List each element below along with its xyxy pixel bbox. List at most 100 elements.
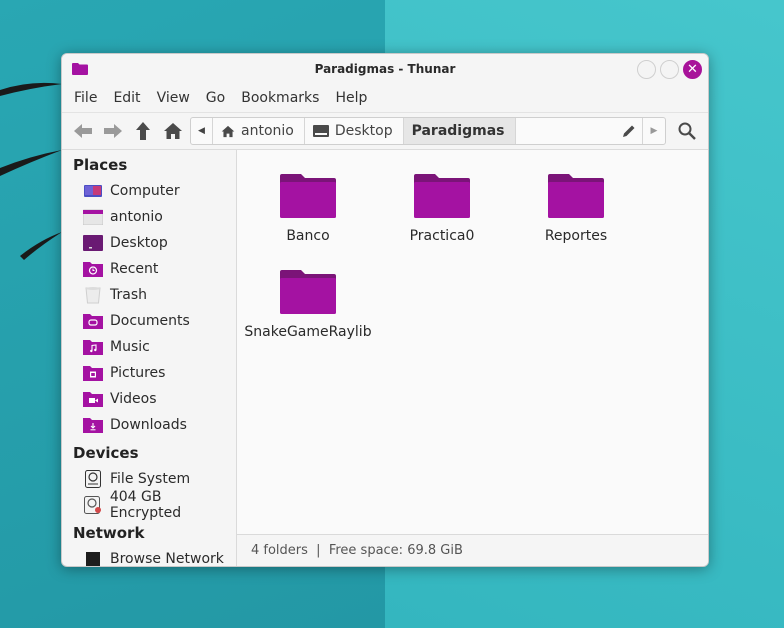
sidebar-item-label: Recent	[110, 261, 159, 277]
folder-item[interactable]: Practica0	[375, 160, 509, 256]
menubar: File Edit View Go Bookmarks Help	[62, 84, 708, 112]
crumb-antonio[interactable]: antonio	[213, 118, 305, 144]
close-icon: ✕	[687, 62, 698, 77]
sidebar-item-label: Pictures	[110, 365, 166, 381]
folder-name: Banco	[286, 228, 330, 244]
network-icon	[83, 550, 103, 566]
home-button[interactable]	[158, 116, 188, 146]
sidebar-item-computer[interactable]: Computer	[62, 178, 236, 204]
folder-icon	[414, 174, 470, 218]
trash-icon	[83, 286, 103, 304]
sidebar-item-antonio[interactable]: antonio	[62, 204, 236, 230]
file-view[interactable]: Banco Practica0 Reportes SnakeGameRaylib…	[237, 150, 708, 566]
sidebar-section-places: Places	[73, 156, 128, 174]
sidebar-item-label: Computer	[110, 183, 180, 199]
sidebar-item-browse-network[interactable]: Browse Network	[62, 546, 236, 566]
menu-bookmarks[interactable]: Bookmarks	[241, 90, 319, 106]
sidebar-section-devices: Devices	[73, 444, 139, 462]
sidebar-item-label: Music	[110, 339, 150, 355]
sidebar-item-label: antonio	[110, 209, 163, 225]
sidebar-item-documents[interactable]: Documents	[62, 308, 236, 334]
desktop-icon	[312, 125, 329, 137]
menu-edit[interactable]: Edit	[113, 90, 140, 106]
status-text: 4 folders | Free space: 69.8 GiB	[251, 543, 463, 558]
path-empty-area[interactable]	[516, 118, 616, 144]
folder-icon	[280, 174, 336, 218]
crumb-label: antonio	[241, 123, 294, 139]
menu-view[interactable]: View	[157, 90, 190, 106]
sidebar-item-desktop[interactable]: Desktop	[62, 230, 236, 256]
sidebar-item-downloads[interactable]: Downloads	[62, 412, 236, 438]
sidebar-item-label: Browse Network	[110, 551, 224, 566]
folder-name: Practica0	[409, 228, 475, 244]
crumb-label: Desktop	[334, 123, 393, 139]
folder-icon	[280, 270, 336, 314]
crumb-label: Paradigmas	[411, 123, 505, 139]
documents-folder-icon	[83, 312, 103, 330]
sidebar-item-trash[interactable]: Trash	[62, 282, 236, 308]
folder-item[interactable]: Reportes	[509, 160, 643, 256]
computer-icon	[83, 182, 103, 200]
folder-name: Reportes	[544, 228, 608, 244]
sidebar-item-label: 404 GB Encrypted	[109, 489, 182, 521]
sidebar: Places Computer antonio Desktop Recent T…	[62, 150, 237, 566]
chevron-right-icon: ▶	[650, 126, 658, 136]
sidebar-item-encrypted-volume[interactable]: 404 GB Encrypted	[62, 489, 236, 521]
sidebar-item-label: Desktop	[110, 235, 168, 251]
folder-app-icon	[72, 63, 88, 75]
sidebar-item-label: Downloads	[110, 417, 187, 433]
wallpaper-swoosh	[0, 82, 62, 260]
arrow-left-icon	[74, 124, 92, 138]
search-button[interactable]	[674, 117, 700, 145]
drive-icon	[83, 470, 103, 488]
window-title: Paradigmas - Thunar	[314, 62, 456, 76]
sidebar-item-videos[interactable]: Videos	[62, 386, 236, 412]
up-button[interactable]	[128, 116, 158, 146]
arrow-right-icon	[104, 124, 122, 138]
arrow-up-icon	[136, 122, 150, 140]
search-icon	[678, 122, 696, 140]
minimize-button[interactable]	[637, 60, 656, 79]
close-button[interactable]: ✕	[683, 60, 702, 79]
sidebar-item-music[interactable]: Music	[62, 334, 236, 360]
sidebar-item-label: File System	[110, 471, 191, 487]
folder-icon	[548, 174, 604, 218]
path-scroll-right[interactable]: ▶	[643, 118, 665, 144]
folder-item[interactable]: SnakeGameRaylib	[241, 256, 375, 352]
encrypted-drive-icon	[83, 496, 103, 514]
toolbar: ◀ antonio Desktop Paradigmas ▶	[62, 112, 708, 150]
crumb-paradigmas[interactable]: Paradigmas	[403, 118, 516, 144]
home-icon	[221, 125, 235, 137]
pencil-icon	[622, 125, 634, 137]
menu-go[interactable]: Go	[206, 90, 225, 106]
titlebar[interactable]: Paradigmas - Thunar ✕	[62, 54, 708, 84]
edit-location-button[interactable]	[615, 118, 643, 144]
chevron-left-icon: ◀	[198, 126, 205, 136]
sidebar-item-recent[interactable]: Recent	[62, 256, 236, 282]
home-folder-icon	[83, 208, 103, 226]
folder-name: SnakeGameRaylib	[244, 324, 372, 340]
forward-button[interactable]	[98, 116, 128, 146]
home-icon	[164, 123, 182, 139]
recent-folder-icon	[83, 260, 103, 278]
location-bar: ◀ antonio Desktop Paradigmas ▶	[190, 117, 666, 145]
music-folder-icon	[83, 338, 103, 356]
sidebar-item-label: Trash	[110, 287, 147, 303]
desktop-folder-icon	[83, 234, 103, 252]
menu-file[interactable]: File	[74, 90, 97, 106]
sidebar-item-label: Documents	[110, 313, 190, 329]
crumb-desktop[interactable]: Desktop	[305, 118, 404, 144]
sidebar-item-pictures[interactable]: Pictures	[62, 360, 236, 386]
folder-item[interactable]: Banco	[241, 160, 375, 256]
videos-folder-icon	[83, 390, 103, 408]
file-manager-window: Paradigmas - Thunar ✕ File Edit View Go …	[61, 53, 709, 567]
path-scroll-left[interactable]: ◀	[191, 118, 213, 144]
sidebar-item-label: Videos	[110, 391, 157, 407]
status-bar: 4 folders | Free space: 69.8 GiB	[237, 534, 708, 566]
pictures-folder-icon	[83, 364, 103, 382]
maximize-button[interactable]	[660, 60, 679, 79]
back-button[interactable]	[68, 116, 98, 146]
menu-help[interactable]: Help	[335, 90, 367, 106]
sidebar-section-network: Network	[73, 524, 145, 542]
downloads-folder-icon	[83, 416, 103, 434]
